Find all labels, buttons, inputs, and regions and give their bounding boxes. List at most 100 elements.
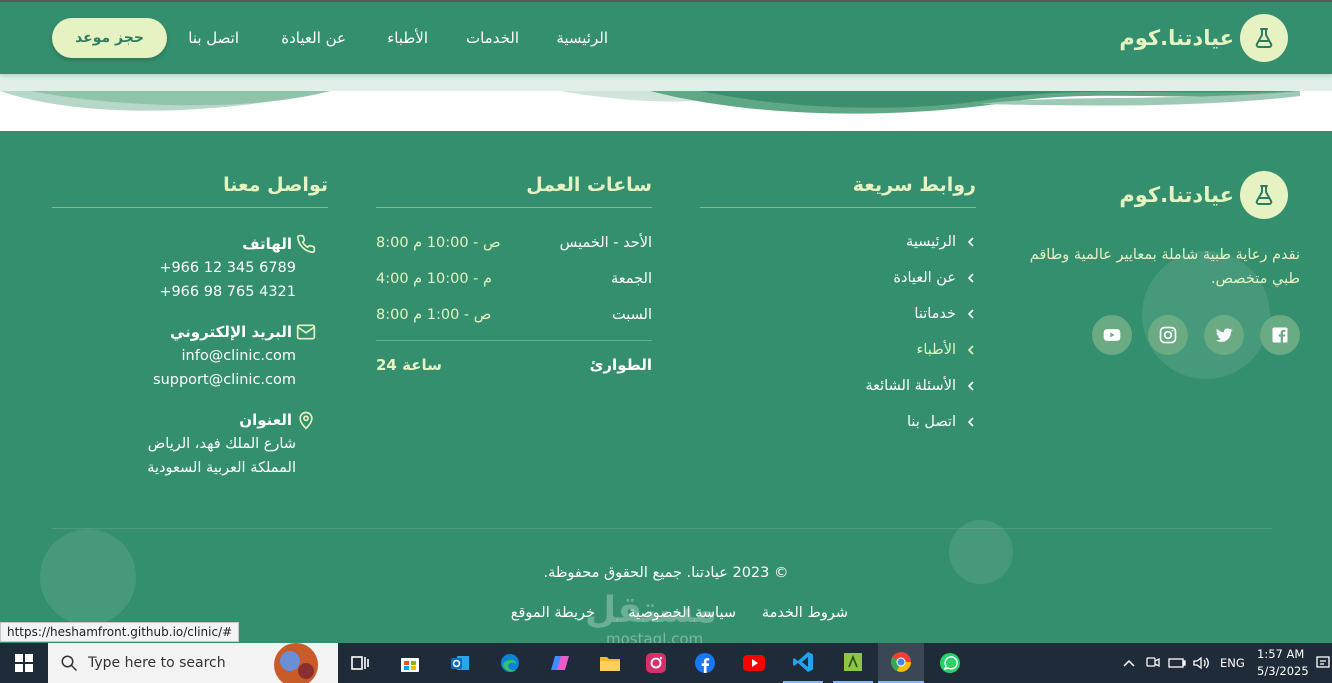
flask-icon <box>1240 14 1288 62</box>
chevron-left-icon <box>967 237 974 247</box>
instagram-app-icon[interactable] <box>636 643 676 683</box>
windows-logo-icon <box>15 654 33 672</box>
facebook-app-icon[interactable] <box>685 643 725 683</box>
microsoft-store-icon[interactable] <box>390 643 430 683</box>
facebook-icon[interactable] <box>1260 315 1300 355</box>
search-highlight-image <box>274 643 318 683</box>
hours-divider <box>376 207 652 208</box>
contact-title: تواصل معنا <box>223 174 328 196</box>
status-url-tooltip: https://heshamfront.github.io/clinic/# <box>0 622 240 642</box>
task-view-icon[interactable] <box>340 643 380 683</box>
footer-link-doctors[interactable]: الأطباء <box>917 342 976 358</box>
watermark-text: مستقل <box>585 590 717 631</box>
footer-link-label: خدماتنا <box>914 306 956 322</box>
footer-link-faq[interactable]: الأسئلة الشائعة <box>865 378 976 394</box>
site-header: عيادتنا.كوم الرئيسية الخدمات الأطباء عن … <box>0 2 1332 74</box>
footer-bottom-divider <box>52 528 1272 529</box>
address-heading: العنوان <box>239 410 316 430</box>
phone-label: الهاتف <box>242 235 292 253</box>
terms-link[interactable]: شروط الخدمة <box>762 605 848 621</box>
windows-taskbar: Type here to search ENG 1:57 AM 5/3/2025 <box>0 643 1332 683</box>
chevron-left-icon <box>967 345 974 355</box>
clock-date[interactable]: 5/3/2025 <box>1257 664 1309 678</box>
youtube-app-icon[interactable] <box>734 643 774 683</box>
emergency-label: الطوارئ <box>589 356 652 374</box>
chevron-left-icon <box>967 417 974 427</box>
hours-day: الجمعة <box>611 271 652 287</box>
windows-start-button[interactable] <box>0 643 48 683</box>
notepad-plus-icon[interactable] <box>833 643 873 683</box>
contact-divider <box>52 207 328 208</box>
flask-icon <box>1240 171 1288 219</box>
site-footer: عيادتنا.كوم نقدم رعاية طبية شاملة بمعايي… <box>0 131 1332 643</box>
footer-link-label: عن العيادة <box>893 270 956 286</box>
footer-link-label: الأسئلة الشائعة <box>865 378 956 394</box>
edge-browser-icon[interactable] <box>490 643 530 683</box>
phone-heading: الهاتف <box>242 234 316 254</box>
nav-doctors[interactable]: الأطباء <box>387 29 428 47</box>
chevron-left-icon <box>967 381 974 391</box>
youtube-icon[interactable] <box>1092 315 1132 355</box>
footer-link-about[interactable]: عن العيادة <box>893 270 976 286</box>
email-heading: البريد الإلكتروني <box>170 322 316 342</box>
vscode-icon[interactable] <box>783 643 823 683</box>
phone-icon <box>296 234 316 254</box>
search-icon <box>61 655 78 672</box>
battery-icon[interactable] <box>1166 643 1188 683</box>
hours-separator <box>376 340 652 341</box>
address-line: المملكة العربية السعودية <box>147 460 296 476</box>
book-appointment-button[interactable]: حجز موعد <box>52 18 167 58</box>
chevron-left-icon <box>967 309 974 319</box>
footer-link-contact[interactable]: اتصل بنا <box>907 414 976 430</box>
about-text: نقدم رعاية طبية شاملة بمعايير عالمية وطا… <box>1029 247 1300 287</box>
footer-logo: عيادتنا.كوم <box>1119 171 1288 219</box>
address-line: شارع الملك فهد، الرياض <box>147 436 296 452</box>
chevron-left-icon <box>967 273 974 283</box>
email-link[interactable]: info@clinic.com <box>182 348 297 364</box>
language-indicator[interactable]: ENG <box>1220 656 1245 670</box>
outlook-icon[interactable] <box>440 643 480 683</box>
quick-links-title: روابط سريعة <box>852 174 976 196</box>
nav-contact[interactable]: اتصل بنا <box>188 29 239 47</box>
hours-time: 4:00 م - 10:00 م <box>376 271 492 287</box>
footer-link-home[interactable]: الرئيسية <box>906 234 976 250</box>
copilot-icon[interactable] <box>540 643 580 683</box>
clock-time[interactable]: 1:57 AM <box>1257 647 1304 661</box>
phone-number: +966 12 345 6789 <box>159 260 296 276</box>
location-pin-icon <box>299 411 313 430</box>
footer-link-label: اتصل بنا <box>906 414 956 430</box>
copyright-text: © 2023 عيادتنا. جميع الحقوق محفوظة. <box>543 565 789 581</box>
file-explorer-icon[interactable] <box>590 643 630 683</box>
sitemap-link[interactable]: خريطة الموقع <box>511 605 595 621</box>
meet-now-icon[interactable] <box>1142 643 1164 683</box>
notification-icon[interactable] <box>1314 643 1332 683</box>
address-label: العنوان <box>239 411 292 429</box>
mail-icon <box>296 324 316 340</box>
instagram-icon[interactable] <box>1148 315 1188 355</box>
nav-about[interactable]: عن العيادة <box>281 29 346 47</box>
search-placeholder: Type here to search <box>88 655 226 671</box>
nav-home[interactable]: الرئيسية <box>556 29 608 47</box>
taskbar-search-box[interactable]: Type here to search <box>48 643 338 683</box>
phone-number: +966 98 765 4321 <box>159 284 296 300</box>
header-logo[interactable]: عيادتنا.كوم <box>1119 14 1288 62</box>
footer-link-services[interactable]: خدماتنا <box>914 306 976 322</box>
footer-brand-name: عيادتنا.كوم <box>1119 183 1234 207</box>
chevron-up-icon[interactable] <box>1118 643 1140 683</box>
hours-day: الأحد - الخميس <box>559 235 652 251</box>
hours-title: ساعات العمل <box>526 174 652 196</box>
brand-name: عيادتنا.كوم <box>1119 26 1234 50</box>
footer-link-label: الأطباء <box>916 342 956 358</box>
chrome-browser-icon[interactable] <box>878 643 924 683</box>
hours-time: 8:00 ص - 1:00 م <box>376 307 492 323</box>
hours-time: 8:00 ص - 10:00 م <box>376 235 501 251</box>
twitter-icon[interactable] <box>1204 315 1244 355</box>
email-link[interactable]: support@clinic.com <box>153 372 296 388</box>
emergency-value: 24 ساعة <box>376 356 442 374</box>
volume-icon[interactable] <box>1190 643 1212 683</box>
nav-services[interactable]: الخدمات <box>466 29 519 47</box>
quick-links-divider <box>700 207 976 208</box>
wave-divider <box>0 74 1332 114</box>
whatsapp-icon[interactable] <box>930 643 970 683</box>
footer-link-label: الرئيسية <box>906 234 956 250</box>
